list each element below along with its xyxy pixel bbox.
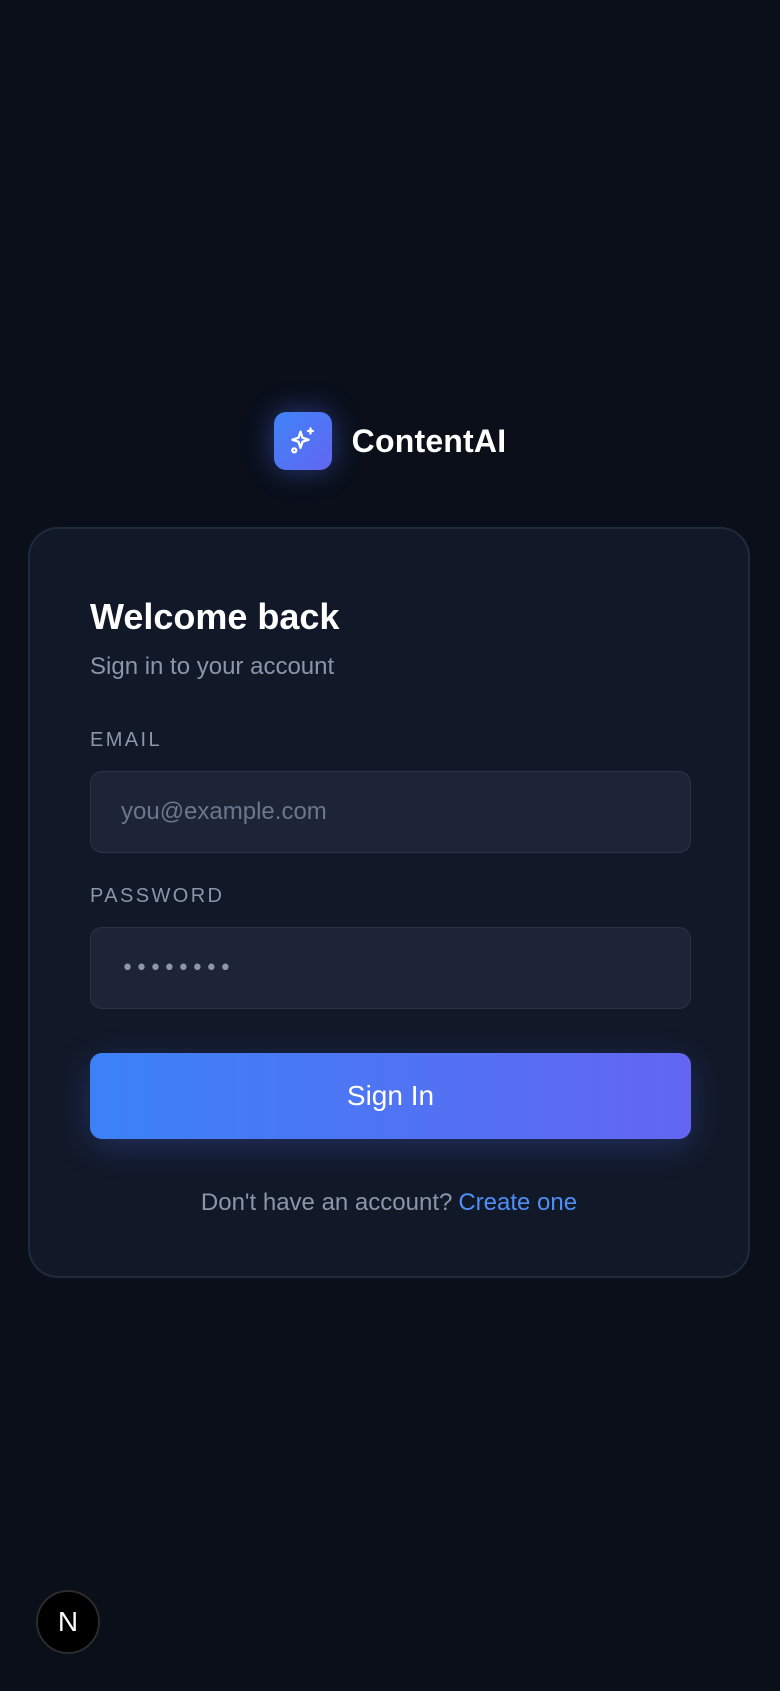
signup-prompt-text: Don't have an account? [200,1189,453,1216]
login-page: ContentAI Welcome back Sign in to your a… [0,0,780,1691]
sign-in-button[interactable]: Sign In [90,1053,691,1139]
page-subtitle: Sign in to your account [90,653,335,680]
email-label: EMAIL [90,729,163,751]
login-card: Welcome back Sign in to your account EMA… [28,527,750,1278]
brand-logo [273,412,332,470]
sparkles-icon [290,427,314,454]
brand-header: ContentAI [0,412,780,470]
signup-prompt: Don't have an account? Create one [30,1189,748,1217]
password-label: PASSWORD [90,885,225,907]
password-masked-value: •••••••• [121,955,233,981]
password-field[interactable]: •••••••• [90,927,691,1009]
nextjs-dev-badge[interactable]: N [36,1590,100,1654]
email-field-container [90,771,691,853]
nextjs-icon: N [57,1606,79,1637]
email-field[interactable] [121,798,660,826]
brand-name: ContentAI [351,422,507,459]
page-title: Welcome back [90,596,340,637]
create-account-link[interactable]: Create one [458,1189,577,1216]
